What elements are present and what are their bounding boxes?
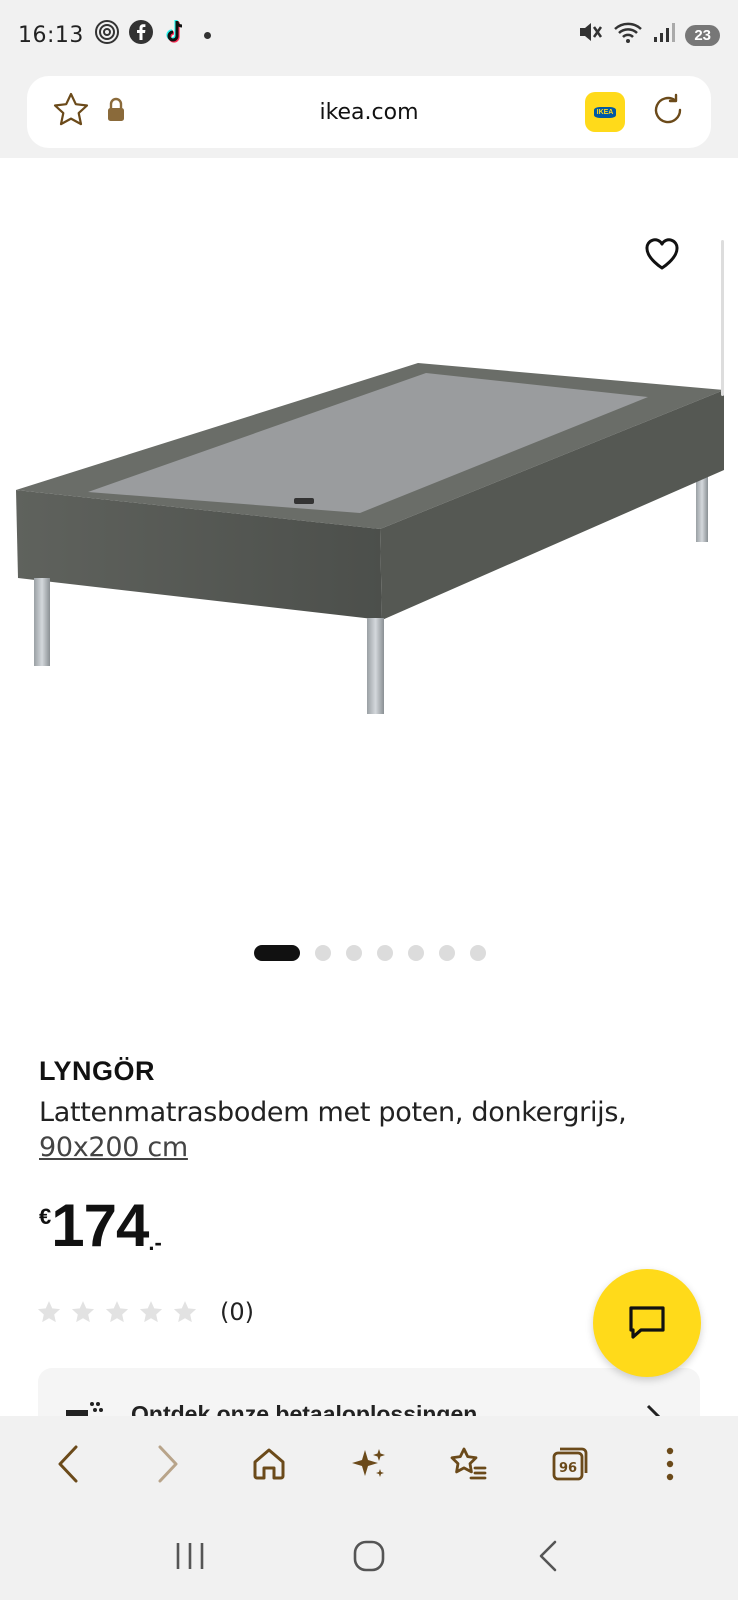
tabs-count: 96 xyxy=(559,1461,577,1476)
battery-indicator: 23 xyxy=(685,24,720,46)
rating-star-icon xyxy=(71,1301,95,1323)
product-price: € 174 .- xyxy=(39,1196,162,1256)
browser-toolbar: 96 xyxy=(0,1416,738,1512)
product-image[interactable] xyxy=(0,158,738,928)
rating-star-icon xyxy=(139,1301,163,1323)
rating-count: (0) xyxy=(220,1298,254,1326)
signal-icon xyxy=(653,21,676,49)
facebook-icon xyxy=(128,19,154,51)
carousel-dot[interactable] xyxy=(346,945,362,961)
product-size-link[interactable]: 90x200 cm xyxy=(39,1132,188,1163)
price-suffix: .- xyxy=(148,1230,162,1255)
product-rating[interactable]: (0) xyxy=(36,1298,254,1326)
mute-icon xyxy=(577,20,603,50)
tiktok-icon xyxy=(162,18,188,52)
back-nav-icon[interactable] xyxy=(518,1526,578,1586)
wishlist-heart-icon[interactable] xyxy=(643,236,681,272)
wifi-icon xyxy=(613,20,643,50)
notification-dot-icon xyxy=(203,31,211,39)
rating-star-icon xyxy=(105,1301,129,1323)
lock-icon[interactable] xyxy=(105,97,127,128)
url-bar[interactable]: ikea.com IKEA xyxy=(27,76,711,148)
price-amount: 174 xyxy=(51,1192,149,1259)
price-currency: € xyxy=(39,1204,52,1229)
product-description: Lattenmatrasbodem met poten, donkergrijs… xyxy=(39,1097,627,1128)
rating-star-icon xyxy=(173,1301,197,1323)
carousel-dot[interactable] xyxy=(408,945,424,961)
sparkle-icon[interactable] xyxy=(339,1434,399,1494)
home-nav-icon[interactable] xyxy=(339,1526,399,1586)
home-icon[interactable] xyxy=(239,1434,299,1494)
forward-icon[interactable] xyxy=(138,1434,198,1494)
status-bar: 16:13 23 xyxy=(0,0,738,70)
carousel-dot-active[interactable] xyxy=(254,945,300,961)
carousel-dot[interactable] xyxy=(439,945,455,961)
more-menu-icon[interactable] xyxy=(640,1434,700,1494)
status-time: 16:13 xyxy=(18,22,84,48)
ikea-logo[interactable]: IKEA xyxy=(585,92,625,132)
chat-button[interactable] xyxy=(593,1269,701,1377)
image-scroll-indicator xyxy=(721,240,724,396)
back-icon[interactable] xyxy=(38,1434,98,1494)
image-carousel-dots xyxy=(254,945,486,961)
reload-icon[interactable] xyxy=(649,91,687,134)
product-name: LYNGÖR xyxy=(39,1056,156,1086)
browser-url-area: ikea.com IKEA xyxy=(0,70,738,158)
bed-illustration xyxy=(16,363,724,714)
star-icon[interactable] xyxy=(51,90,91,135)
rating-star-icon xyxy=(37,1301,61,1323)
bookmarks-icon[interactable] xyxy=(439,1434,499,1494)
carousel-dot[interactable] xyxy=(470,945,486,961)
carousel-dot[interactable] xyxy=(377,945,393,961)
tabs-icon[interactable]: 96 xyxy=(540,1434,600,1494)
fingerprint-icon xyxy=(94,19,120,51)
recent-apps-icon[interactable] xyxy=(160,1526,220,1586)
chat-icon xyxy=(629,1306,665,1339)
carousel-dot[interactable] xyxy=(315,945,331,961)
system-nav-bar xyxy=(0,1512,738,1600)
